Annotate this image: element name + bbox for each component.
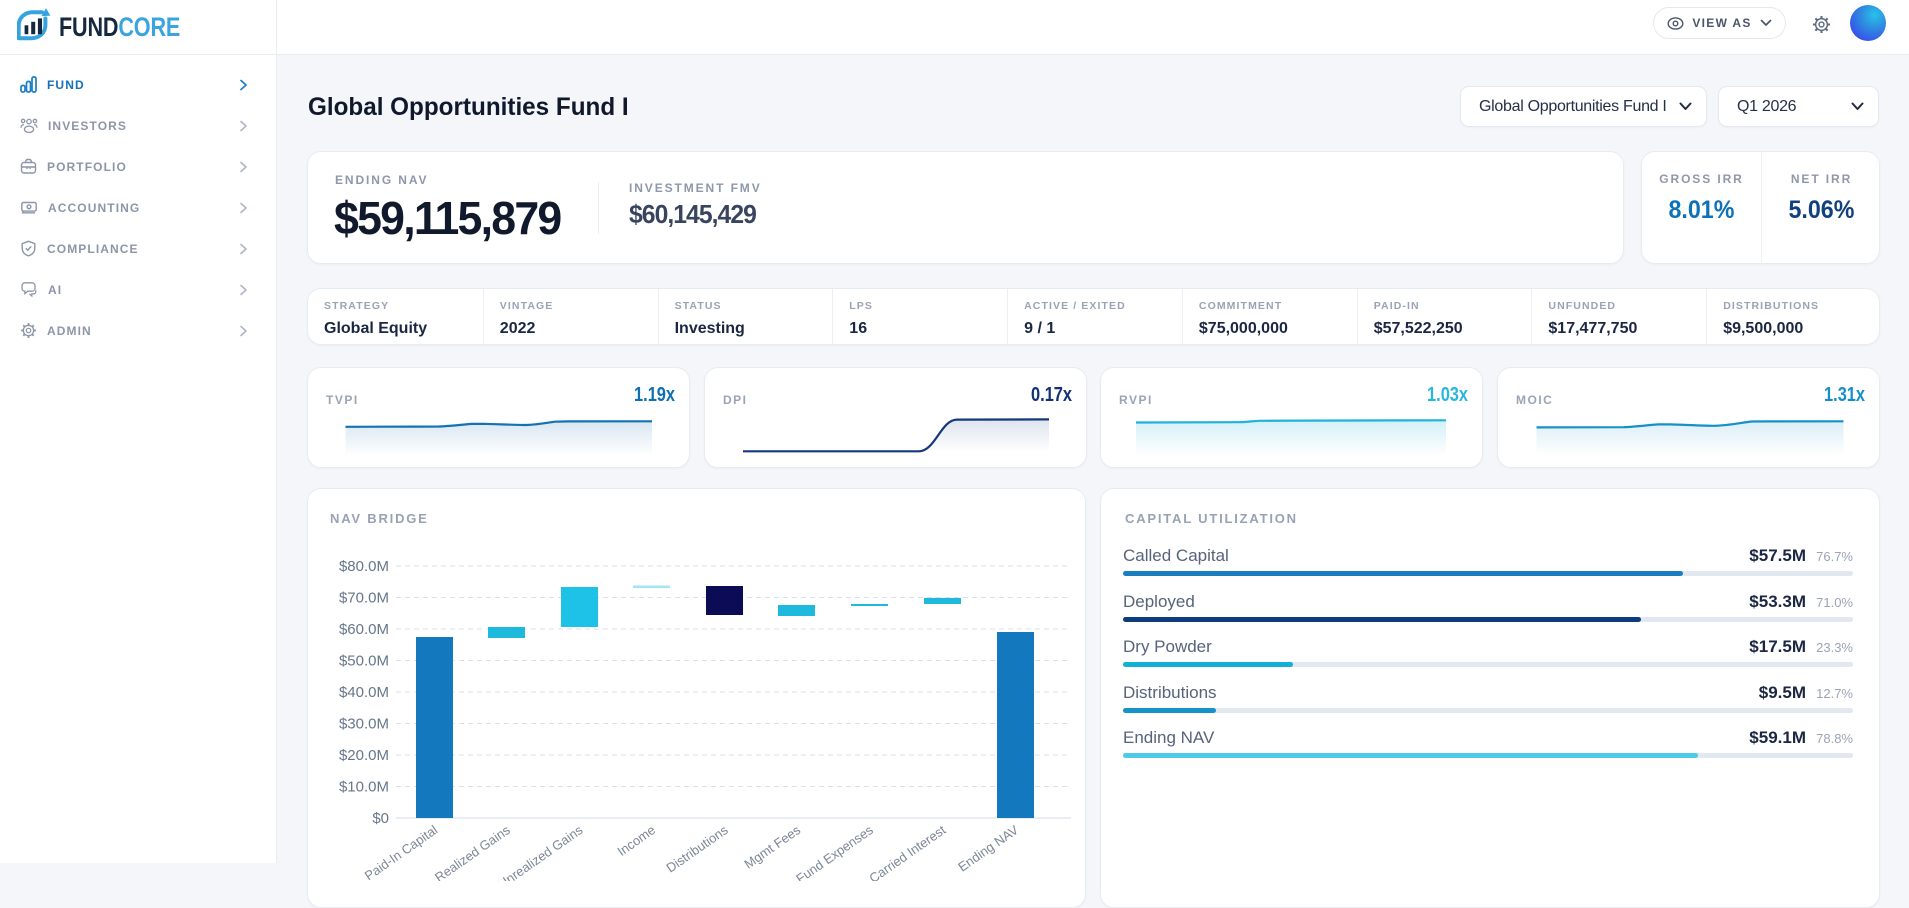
svg-text:$50.0M: $50.0M (339, 653, 389, 670)
svg-text:Fund Expenses: Fund Expenses (793, 822, 876, 881)
svg-text:$10.0M: $10.0M (339, 779, 389, 796)
svg-text:$20.0M: $20.0M (339, 747, 389, 764)
svg-text:Distributions: Distributions (663, 822, 731, 876)
svg-text:$0: $0 (372, 810, 389, 827)
svg-text:$30.0M: $30.0M (339, 716, 389, 733)
svg-text:Mgmt Fees: Mgmt Fees (741, 822, 803, 872)
svg-text:Income: Income (614, 822, 658, 859)
svg-text:$70.0M: $70.0M (339, 590, 389, 607)
svg-text:Realized Gains: Realized Gains (432, 822, 513, 881)
svg-text:$40.0M: $40.0M (339, 684, 389, 701)
svg-text:Ending NAV: Ending NAV (955, 822, 1021, 875)
svg-text:Paid-In Capital: Paid-In Capital (362, 822, 441, 881)
svg-text:$60.0M: $60.0M (339, 621, 389, 638)
svg-text:Carried Interest: Carried Interest (866, 822, 948, 881)
svg-text:$80.0M: $80.0M (339, 558, 389, 575)
